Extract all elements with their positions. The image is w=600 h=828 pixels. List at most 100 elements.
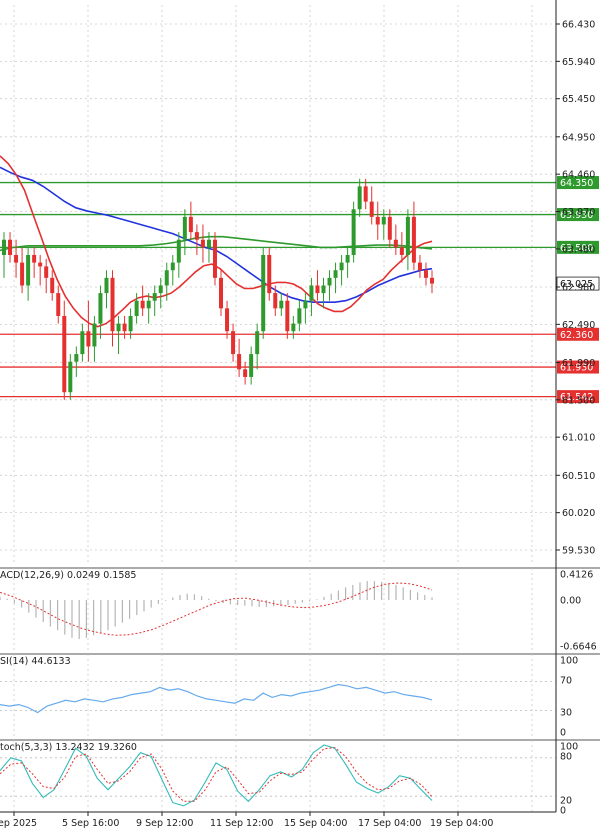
time-tick-label: 15 Sep 04:00	[284, 818, 347, 828]
candle-down	[225, 308, 230, 332]
candle-up	[104, 277, 109, 294]
rsi-tick-label: 30	[560, 708, 572, 719]
macd-tick-label: 0.00	[560, 596, 581, 607]
price-tick-label: 66.430	[562, 20, 595, 31]
candle-down	[417, 262, 422, 271]
candle-down	[20, 262, 25, 286]
candle-down	[423, 270, 428, 278]
price-tick-label: 63.970	[562, 207, 595, 218]
candle-down	[243, 369, 248, 377]
candle-up	[152, 293, 157, 301]
candle-down	[369, 201, 374, 217]
trading-chart: 64.35063.93063.50062.36061.93061.54263.0…	[0, 0, 600, 828]
time-tick-label: 17 Sep 04:00	[358, 818, 421, 828]
candle-up	[357, 186, 362, 210]
candle-up	[176, 239, 181, 263]
candle-up	[291, 323, 296, 332]
candle-up	[351, 209, 356, 255]
candle-down	[387, 216, 392, 240]
candle-down	[50, 277, 55, 294]
price-tick-label: 64.460	[562, 170, 595, 181]
candle-up	[68, 361, 73, 393]
candle-up	[164, 270, 169, 286]
time-tick-label: 5 Sep 16:00	[62, 818, 119, 828]
candle-down	[122, 323, 127, 332]
candle-up	[74, 354, 79, 362]
macd-pane: 0.4126 0.00 -0.6646 ACD(12,26,9) 0.0249 0.1…	[0, 567, 600, 653]
macd-tick-label: 0.4126	[560, 570, 593, 581]
candle-down	[219, 277, 224, 309]
candle-up	[297, 308, 302, 324]
candle-up	[321, 285, 326, 294]
candle-down	[212, 239, 217, 278]
candle-up	[279, 300, 284, 309]
candle-up	[249, 354, 254, 377]
price-tick-label: 62.490	[562, 320, 595, 331]
candle-down	[14, 254, 19, 263]
candle-down	[140, 300, 145, 309]
time-tick-label: 11 Sep 12:00	[210, 818, 273, 828]
candle-up	[26, 254, 31, 286]
candle-down	[430, 277, 434, 284]
candle-up	[134, 300, 139, 316]
candle-down	[38, 262, 43, 267]
candle-down	[399, 247, 404, 255]
candle-up	[158, 285, 163, 294]
price-tick-label: 63.480	[562, 244, 595, 255]
candle-up	[182, 216, 187, 240]
candle-down	[56, 293, 61, 316]
candle-down	[32, 254, 37, 263]
candle-up	[98, 293, 103, 324]
candle-up	[327, 277, 332, 286]
rsi-pane: 100 70 30 0 SI(14) 44.6133	[0, 653, 600, 739]
rsi-tick-label: 0	[560, 728, 566, 739]
candle-up	[303, 300, 308, 309]
level-label: 62.360	[560, 330, 593, 341]
candle-down	[86, 331, 91, 347]
price-tick-label: 65.450	[562, 94, 595, 105]
candle-down	[200, 239, 205, 248]
rsi-line	[0, 683, 433, 714]
candle-down	[285, 300, 290, 332]
stoch-pane: 10080200toch(5,3,3) 13.2432 19.3260	[0, 739, 600, 817]
time-axis: Sep 2025 5 Sep 16:00 9 Sep 12:00 11 Sep 12:…	[0, 811, 556, 828]
time-tick-label: 19 Sep 04:00	[430, 818, 493, 828]
candle-down	[393, 239, 398, 248]
candle-down	[188, 216, 193, 233]
stoch-tick-label: 0	[560, 806, 566, 817]
horizontal-levels: 64.35063.93063.50062.36061.93061.54263.0…	[0, 176, 600, 404]
candle-down	[62, 315, 67, 393]
candle-down	[110, 277, 115, 332]
price-tick-label: 60.020	[562, 508, 595, 519]
time-tick-label: Sep 2025	[0, 818, 37, 828]
candle-down	[44, 266, 49, 278]
candle-up	[333, 270, 338, 278]
stoch-label: toch(5,3,3) 13.2432 19.3260	[0, 742, 137, 753]
price-tick-label: 61.990	[562, 358, 595, 369]
candle-down	[363, 186, 368, 202]
candle-down	[194, 232, 199, 240]
candle-down	[315, 285, 320, 294]
candle-down	[8, 239, 13, 255]
candle-up	[146, 300, 151, 309]
candle-up	[80, 331, 85, 355]
candle-up	[381, 216, 386, 225]
candle-up	[345, 254, 350, 263]
main-grid	[0, 5, 556, 565]
candle-up	[261, 254, 266, 332]
macd-tick-label: -0.6646	[560, 642, 597, 653]
price-tick-label: 59.530	[562, 546, 595, 557]
price-tick-label: 61.010	[562, 433, 595, 444]
candle-up	[170, 262, 175, 271]
time-tick-label: 9 Sep 12:00	[136, 818, 193, 828]
candle-up	[116, 323, 121, 332]
price-tick-label: 64.950	[562, 132, 595, 143]
candle-up	[2, 239, 6, 255]
candle-down	[267, 254, 272, 294]
price-axis: 66.430 65.940 65.450 64.950 64.460 63.970 63.4…	[556, 20, 595, 557]
stoch-signal-line	[0, 747, 433, 802]
candle-up	[206, 239, 211, 248]
candle-up	[92, 323, 97, 347]
candle-down	[273, 293, 278, 309]
candle-down	[411, 216, 416, 263]
